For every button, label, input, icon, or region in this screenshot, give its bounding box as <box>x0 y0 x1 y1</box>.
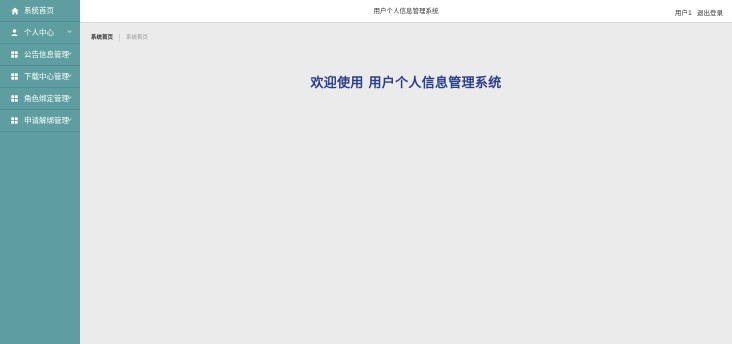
chevron-down-icon <box>67 95 72 100</box>
app-title: 用户个人信息管理系统 <box>373 7 439 15</box>
chevron-down-icon <box>67 29 72 34</box>
grid-icon <box>11 51 18 58</box>
sidebar-item-label: 公告信息管理 <box>24 50 69 59</box>
app-root: 系统首页 个人中心 公告信息管理 下载中心管理 角色绑定管理 申请解绑管理 用户… <box>0 0 732 344</box>
top-header: 用户个人信息管理系统 用户1 退出登录 <box>80 0 732 23</box>
welcome-heading: 欢迎使用 用户个人信息管理系统 <box>310 76 502 91</box>
sidebar-home-label: 系统首页 <box>24 6 54 15</box>
grid-icon <box>11 117 18 124</box>
sidebar-item-downloads[interactable]: 下载中心管理 <box>0 66 80 88</box>
sidebar-item-label: 申请解绑管理 <box>24 116 69 125</box>
chevron-down-icon <box>67 117 72 122</box>
user-icon <box>11 29 18 36</box>
chevron-down-icon <box>67 73 72 78</box>
sidebar-item-announcements[interactable]: 公告信息管理 <box>0 44 80 66</box>
logout-link[interactable]: 退出登录 <box>697 7 723 17</box>
breadcrumb-home[interactable]: 系统首页 <box>91 33 113 41</box>
sidebar-item-label: 个人中心 <box>24 28 54 37</box>
breadcrumb-separator <box>119 33 121 41</box>
sidebar-item-personal-center[interactable]: 个人中心 <box>0 22 80 44</box>
grid-icon <box>11 95 18 102</box>
home-icon <box>11 7 19 15</box>
sidebar-item-role-binding[interactable]: 角色绑定管理 <box>0 88 80 110</box>
breadcrumb: 系统首页 系统首页 <box>91 33 148 41</box>
current-user-name: 用户1 <box>674 8 692 17</box>
sidebar-item-label: 角色绑定管理 <box>24 94 69 103</box>
breadcrumb-current: 系统首页 <box>126 35 149 41</box>
user-area: 用户1 退出登录 <box>670 0 723 23</box>
chevron-down-icon <box>67 51 72 56</box>
sidebar: 系统首页 个人中心 公告信息管理 下载中心管理 角色绑定管理 申请解绑管理 <box>0 0 80 344</box>
main-content: 系统首页 系统首页 欢迎使用 用户个人信息管理系统 <box>80 23 732 344</box>
grid-icon <box>11 73 18 80</box>
sidebar-home-link[interactable]: 系统首页 <box>0 0 80 22</box>
sidebar-item-label: 下载中心管理 <box>24 72 69 81</box>
sidebar-item-unbind-requests[interactable]: 申请解绑管理 <box>0 110 80 132</box>
